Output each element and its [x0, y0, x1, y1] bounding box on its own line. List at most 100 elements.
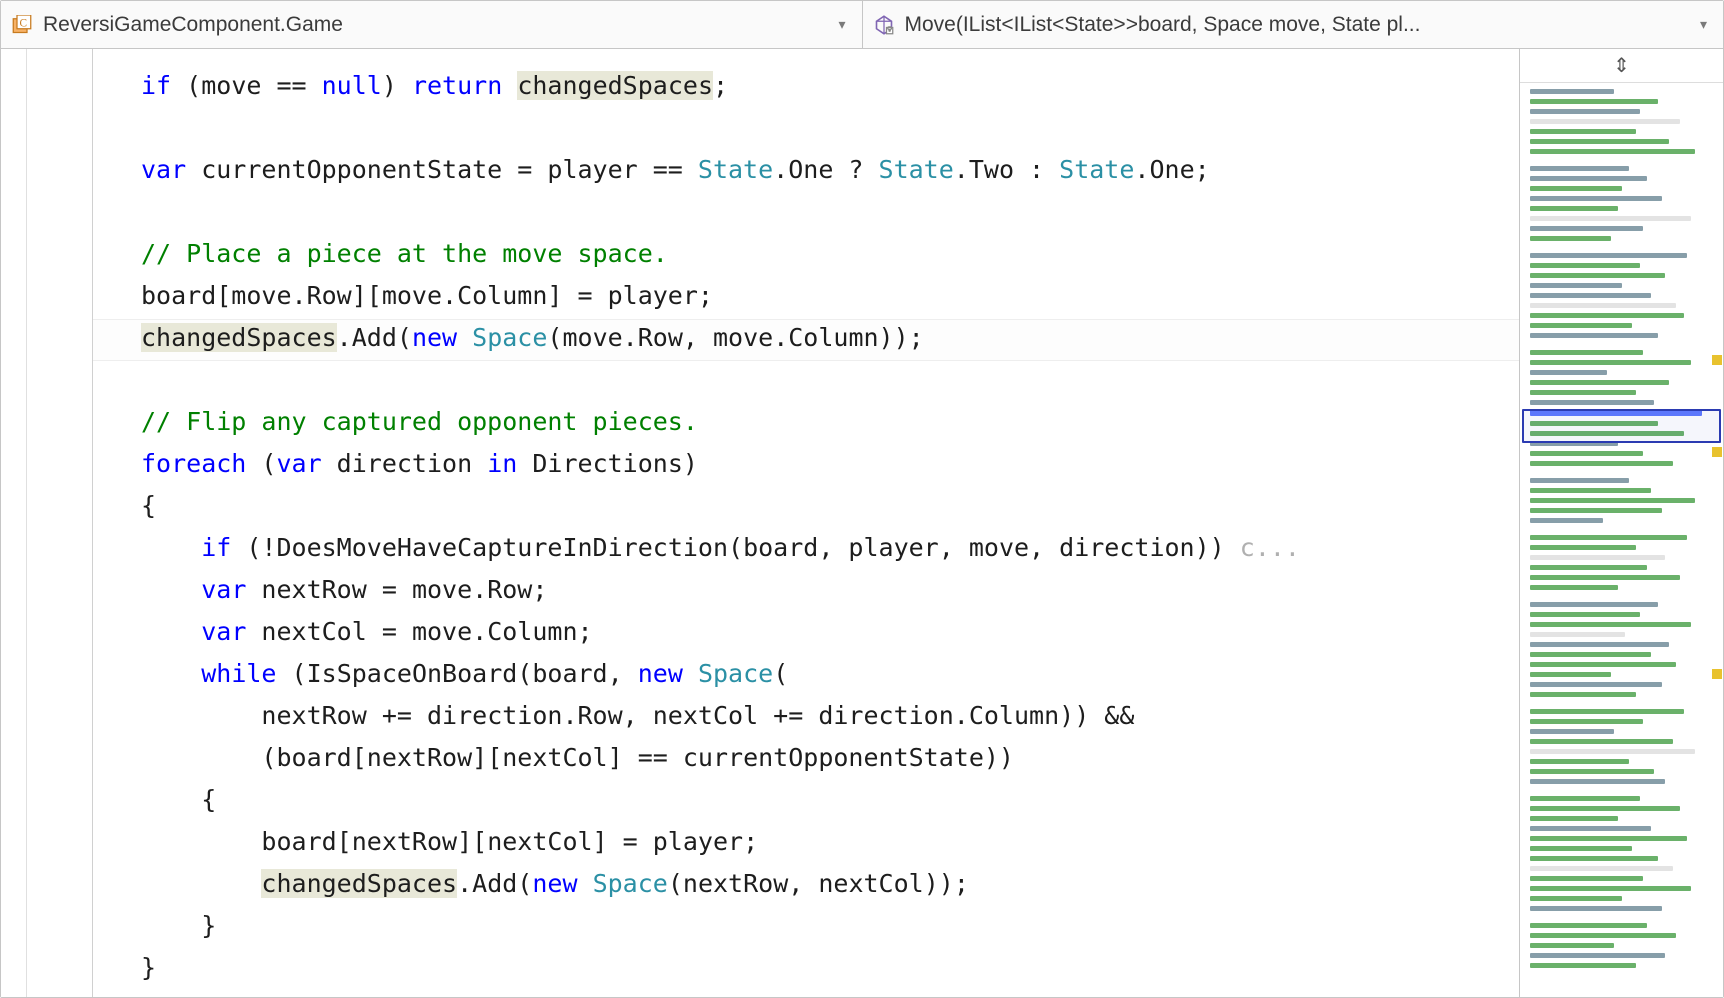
minimap-line — [1530, 508, 1662, 513]
minimap-line — [1530, 759, 1629, 764]
minimap-line — [1530, 350, 1643, 355]
minimap-line — [1530, 226, 1643, 231]
minimap-marker — [1712, 447, 1722, 457]
minimap-line — [1530, 642, 1669, 647]
minimap-line — [1530, 796, 1640, 801]
editor-window: С ReversiGameComponent.Game ▾ Move(IList… — [0, 0, 1724, 998]
minimap-line — [1530, 273, 1665, 278]
method-icon — [873, 14, 895, 36]
minimap-viewport[interactable] — [1522, 409, 1721, 443]
minimap-line — [1530, 816, 1618, 821]
minimap-line — [1530, 896, 1622, 901]
minimap-line — [1530, 963, 1636, 968]
minimap-line — [1530, 652, 1651, 657]
code-text[interactable]: if (move == null) return changedSpaces; … — [141, 65, 1507, 989]
minimap-line — [1530, 662, 1676, 667]
overview-scrollbar[interactable]: ⇕ — [1519, 49, 1723, 997]
minimap-line — [1530, 876, 1643, 881]
minimap-line — [1530, 692, 1636, 697]
class-label: ReversiGameComponent.Game — [43, 13, 822, 37]
minimap-line — [1530, 216, 1691, 221]
minimap-line — [1530, 370, 1607, 375]
indicator-margin[interactable] — [27, 49, 93, 997]
minimap-line — [1530, 585, 1618, 590]
minimap-line — [1530, 303, 1676, 308]
minimap-line — [1530, 943, 1614, 948]
minimap-line — [1530, 390, 1636, 395]
class-dropdown[interactable]: С ReversiGameComponent.Game ▾ — [1, 1, 863, 48]
member-dropdown[interactable]: Move(IList<IList<State>>board, Space mov… — [863, 1, 1724, 48]
minimap-line — [1530, 886, 1691, 891]
minimap-line — [1530, 953, 1665, 958]
minimap-line — [1530, 826, 1651, 831]
editor-body: if (move == null) return changedSpaces; … — [1, 49, 1723, 997]
minimap-line — [1530, 498, 1695, 503]
minimap-line — [1530, 196, 1662, 201]
minimap-line — [1530, 779, 1665, 784]
split-handle-icon[interactable]: ⇕ — [1520, 49, 1723, 83]
minimap-line — [1530, 545, 1636, 550]
minimap-line — [1530, 518, 1603, 523]
minimap-line — [1530, 149, 1695, 154]
chevron-down-icon: ▾ — [1694, 16, 1713, 33]
minimap-line — [1530, 461, 1673, 466]
minimap-line — [1530, 682, 1662, 687]
minimap-line — [1530, 186, 1622, 191]
minimap-line — [1530, 206, 1618, 211]
minimap-line — [1530, 749, 1695, 754]
class-icon: С — [11, 14, 33, 36]
minimap-line — [1530, 323, 1632, 328]
minimap-line — [1530, 166, 1629, 171]
minimap-line — [1530, 933, 1676, 938]
minimap-line — [1530, 575, 1680, 580]
outlining-margin[interactable] — [1, 49, 27, 997]
minimap-line — [1530, 856, 1658, 861]
minimap-line — [1530, 451, 1643, 456]
minimap-line — [1530, 400, 1654, 405]
minimap-line — [1530, 139, 1669, 144]
minimap-line — [1530, 622, 1691, 627]
minimap-line — [1530, 253, 1687, 258]
minimap-marker — [1712, 669, 1722, 679]
minimap-line — [1530, 719, 1643, 724]
minimap-line — [1530, 906, 1662, 911]
minimap-line — [1530, 176, 1647, 181]
minimap-line — [1530, 632, 1625, 637]
minimap-line — [1530, 89, 1614, 94]
minimap-line — [1530, 739, 1673, 744]
chevron-down-icon: ▾ — [832, 16, 851, 33]
minimap-line — [1530, 729, 1614, 734]
minimap-line — [1530, 488, 1651, 493]
minimap-line — [1530, 769, 1654, 774]
minimap-line — [1530, 333, 1658, 338]
minimap-line — [1530, 360, 1691, 365]
minimap-line — [1530, 380, 1669, 385]
minimap-marker — [1712, 355, 1722, 365]
minimap-line — [1530, 313, 1684, 318]
minimap-line — [1530, 236, 1611, 241]
svg-text:С: С — [20, 17, 28, 29]
member-label: Move(IList<IList<State>>board, Space mov… — [905, 13, 1684, 37]
minimap-line — [1530, 283, 1622, 288]
navigation-bar: С ReversiGameComponent.Game ▾ Move(IList… — [1, 1, 1723, 49]
minimap-line — [1530, 129, 1636, 134]
minimap-canvas[interactable] — [1520, 83, 1723, 997]
minimap-line — [1530, 119, 1680, 124]
minimap-line — [1530, 836, 1687, 841]
minimap-line — [1530, 806, 1680, 811]
minimap-line — [1530, 478, 1629, 483]
minimap-line — [1530, 672, 1611, 677]
minimap-line — [1530, 612, 1640, 617]
minimap-line — [1530, 109, 1640, 114]
code-area[interactable]: if (move == null) return changedSpaces; … — [93, 49, 1519, 997]
minimap-line — [1530, 565, 1647, 570]
minimap-line — [1530, 846, 1632, 851]
minimap-line — [1530, 602, 1658, 607]
minimap-line — [1530, 866, 1673, 871]
minimap-line — [1530, 923, 1647, 928]
minimap-line — [1530, 293, 1651, 298]
minimap-line — [1530, 555, 1665, 560]
minimap-line — [1530, 263, 1640, 268]
minimap-line — [1530, 709, 1684, 714]
minimap-line — [1530, 535, 1687, 540]
